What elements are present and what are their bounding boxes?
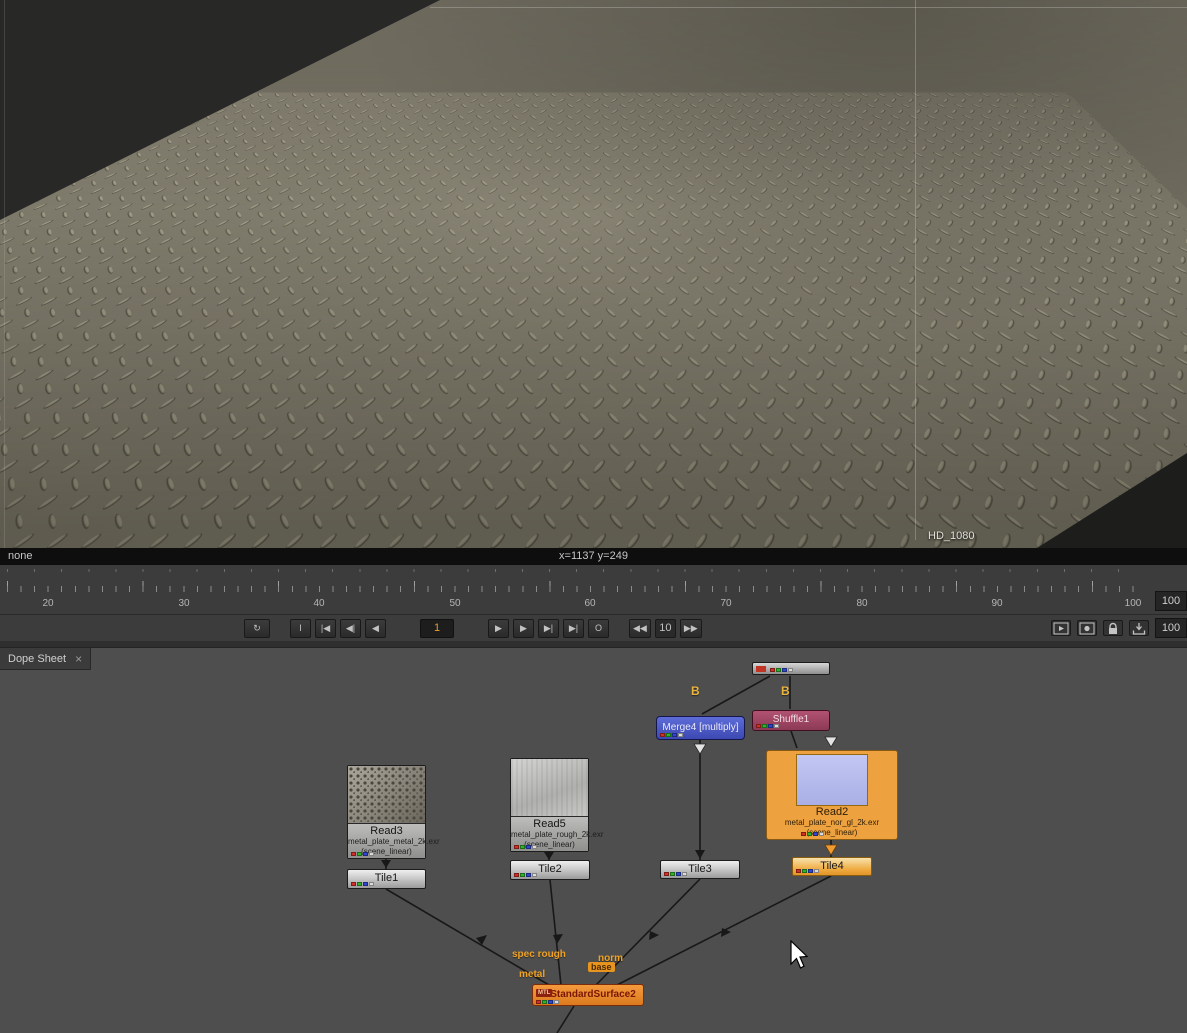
next-frame-button[interactable]: ▶ [513,619,534,638]
input-label-spec-rough: spec rough [512,949,566,960]
channel-indicators [770,668,793,672]
node-label: Tile4 [820,860,843,872]
node-label: StandardSurface2 [550,989,636,1000]
ruler-label: 20 [28,598,68,609]
ruler-label: 50 [435,598,475,609]
channel-indicators [796,869,819,873]
channel-indicators [351,882,374,886]
next-keyframe-button[interactable]: ▶| [538,619,559,638]
node-merge4[interactable]: Merge4 [multiply] [656,716,745,740]
format-label: HD_1080 [928,530,974,542]
frame-decrement-button[interactable]: ◀◀ [629,619,651,638]
channel-indicators [801,832,824,836]
pipe-input-label-b: B [691,684,700,698]
node-label: Merge4 [multiply] [662,722,738,733]
go-to-start-button[interactable]: |◀ [315,619,336,638]
timeline-ruler[interactable]: 20 30 40 50 60 70 80 90 100 100 [0,565,1187,614]
read2-thumbnail [796,754,868,806]
node-tile2[interactable]: Tile2 [510,860,590,880]
flipbook-icon[interactable] [1051,620,1071,636]
frame-range-end-field[interactable]: 100 [1155,591,1187,611]
node-read2-selected[interactable]: Read2 metal_plate_nor_gl_2k.exr (scene_l… [766,750,898,840]
lock-icon[interactable] [1103,620,1123,636]
viewer-status-bar: none x=1137 y=249 [0,548,1187,565]
format-guide-top [430,7,1187,8]
tab-dope-sheet[interactable]: Dope Sheet × [0,648,91,670]
frame-increment-field[interactable]: 10 [655,619,676,638]
node-read5[interactable]: Read5 metal_plate_rough_2k.exr (scene_li… [510,758,589,852]
frame-increment-button[interactable]: ▶▶ [680,619,702,638]
channel-indicators [536,1000,559,1004]
nuke-window: HD_1080 none x=1137 y=249 20 30 40 50 60… [0,0,1187,1033]
ruler-label: 90 [977,598,1017,609]
ruler-label: 40 [299,598,339,609]
node-filename: metal_plate_rough_2k.exr [511,830,588,840]
playback-range-field[interactable]: 100 [1155,618,1187,638]
ruler-label: 80 [842,598,882,609]
ruler-label: 60 [570,598,610,609]
display-icon[interactable] [1077,620,1097,636]
in-marker-button[interactable]: I [290,619,311,638]
format-guide-left [4,0,5,548]
current-frame-field[interactable]: 1 [420,619,454,638]
material-badge: MTL [536,989,552,997]
node-shuffle1[interactable]: Shuffle1 [752,710,830,731]
node-label: Tile3 [688,863,711,875]
node-tile1[interactable]: Tile1 [347,869,426,889]
channel-indicators [351,852,374,856]
viewer-canvas[interactable]: HD_1080 [0,0,1187,548]
channel-indicators [664,872,687,876]
node-tile3[interactable]: Tile3 [660,860,740,879]
input-label-metal: metal [519,969,545,980]
input-label-norm: norm [598,953,623,964]
ruler-label: 30 [164,598,204,609]
play-backward-button[interactable]: ◀ [365,619,386,638]
tab-label: Dope Sheet [8,653,66,665]
close-icon[interactable]: × [75,652,82,666]
node-color-swatch [756,666,766,672]
node-read3[interactable]: Read3 metal_plate_metal_2k.exr (scene_li… [347,765,426,859]
node-tile4-selected[interactable]: Tile4 [792,857,872,876]
node-label: Read3 [348,825,425,837]
cursor-coordinates: x=1137 y=249 [0,550,1187,562]
pipe-input-label-b: B [781,684,790,698]
node-connections [0,648,1187,1033]
node-label: Tile1 [375,872,398,884]
channel-indicators [514,873,537,877]
node-label: Read2 [767,806,897,818]
stop-button[interactable]: O [588,619,609,638]
snapshot-icon[interactable] [1129,620,1149,636]
read5-thumbnail [511,759,588,817]
node-standardsurface2[interactable]: MTL StandardSurface2 [532,984,644,1006]
node-graph-canvas[interactable]: Dope Sheet × [0,648,1187,1033]
play-forward-button[interactable]: ▶ [488,619,509,638]
loop-mode-icon[interactable]: ↻ [244,619,270,638]
read3-thumbnail [348,766,425,824]
clipped-node[interactable] [752,662,830,675]
transport-bar: ↻ I |◀ ◀| ◀ 1 ▶ ▶ ▶| ▶| O ◀◀ 10 ▶▶ [0,614,1187,641]
node-filename: metal_plate_nor_gl_2k.exr [767,818,897,828]
panel-divider[interactable] [0,641,1187,648]
node-filename: metal_plate_metal_2k.exr [348,837,425,847]
channel-indicators [514,845,537,849]
ruler-label: 100 [1113,598,1153,609]
node-label: Tile2 [538,863,561,875]
ruler-label: 70 [706,598,746,609]
node-colorspace: (scene_linear) [767,828,897,837]
channel-indicators [756,724,779,728]
channel-indicators [660,733,683,737]
node-label: Read5 [511,818,588,830]
mouse-cursor [790,940,812,972]
ruler-dot-ticks [7,569,1139,572]
format-guide-right [915,0,916,540]
diamond-plate-ground [0,92,1187,548]
go-to-end-button[interactable]: ▶| [563,619,584,638]
prev-keyframe-button[interactable]: ◀| [340,619,361,638]
ruler-minor-ticks [7,586,1139,592]
